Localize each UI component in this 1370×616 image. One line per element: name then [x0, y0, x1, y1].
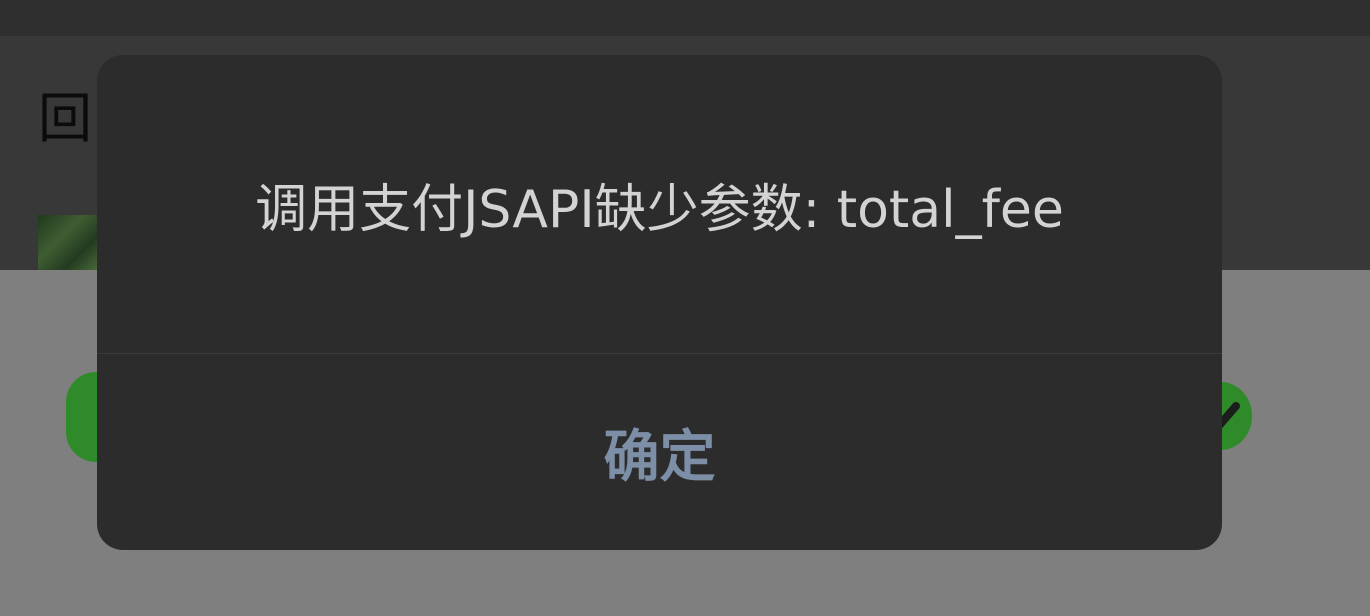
status-bar: [0, 0, 1370, 36]
back-glyph: 回: [38, 87, 92, 150]
alert-message: 调用支付JSAPI缺少参数: total_fee: [255, 179, 1064, 240]
alert-dialog: 调用支付JSAPI缺少参数: total_fee 确定: [97, 55, 1222, 550]
thumbnail-image: [38, 215, 98, 270]
confirm-button[interactable]: 确定: [97, 354, 1222, 550]
